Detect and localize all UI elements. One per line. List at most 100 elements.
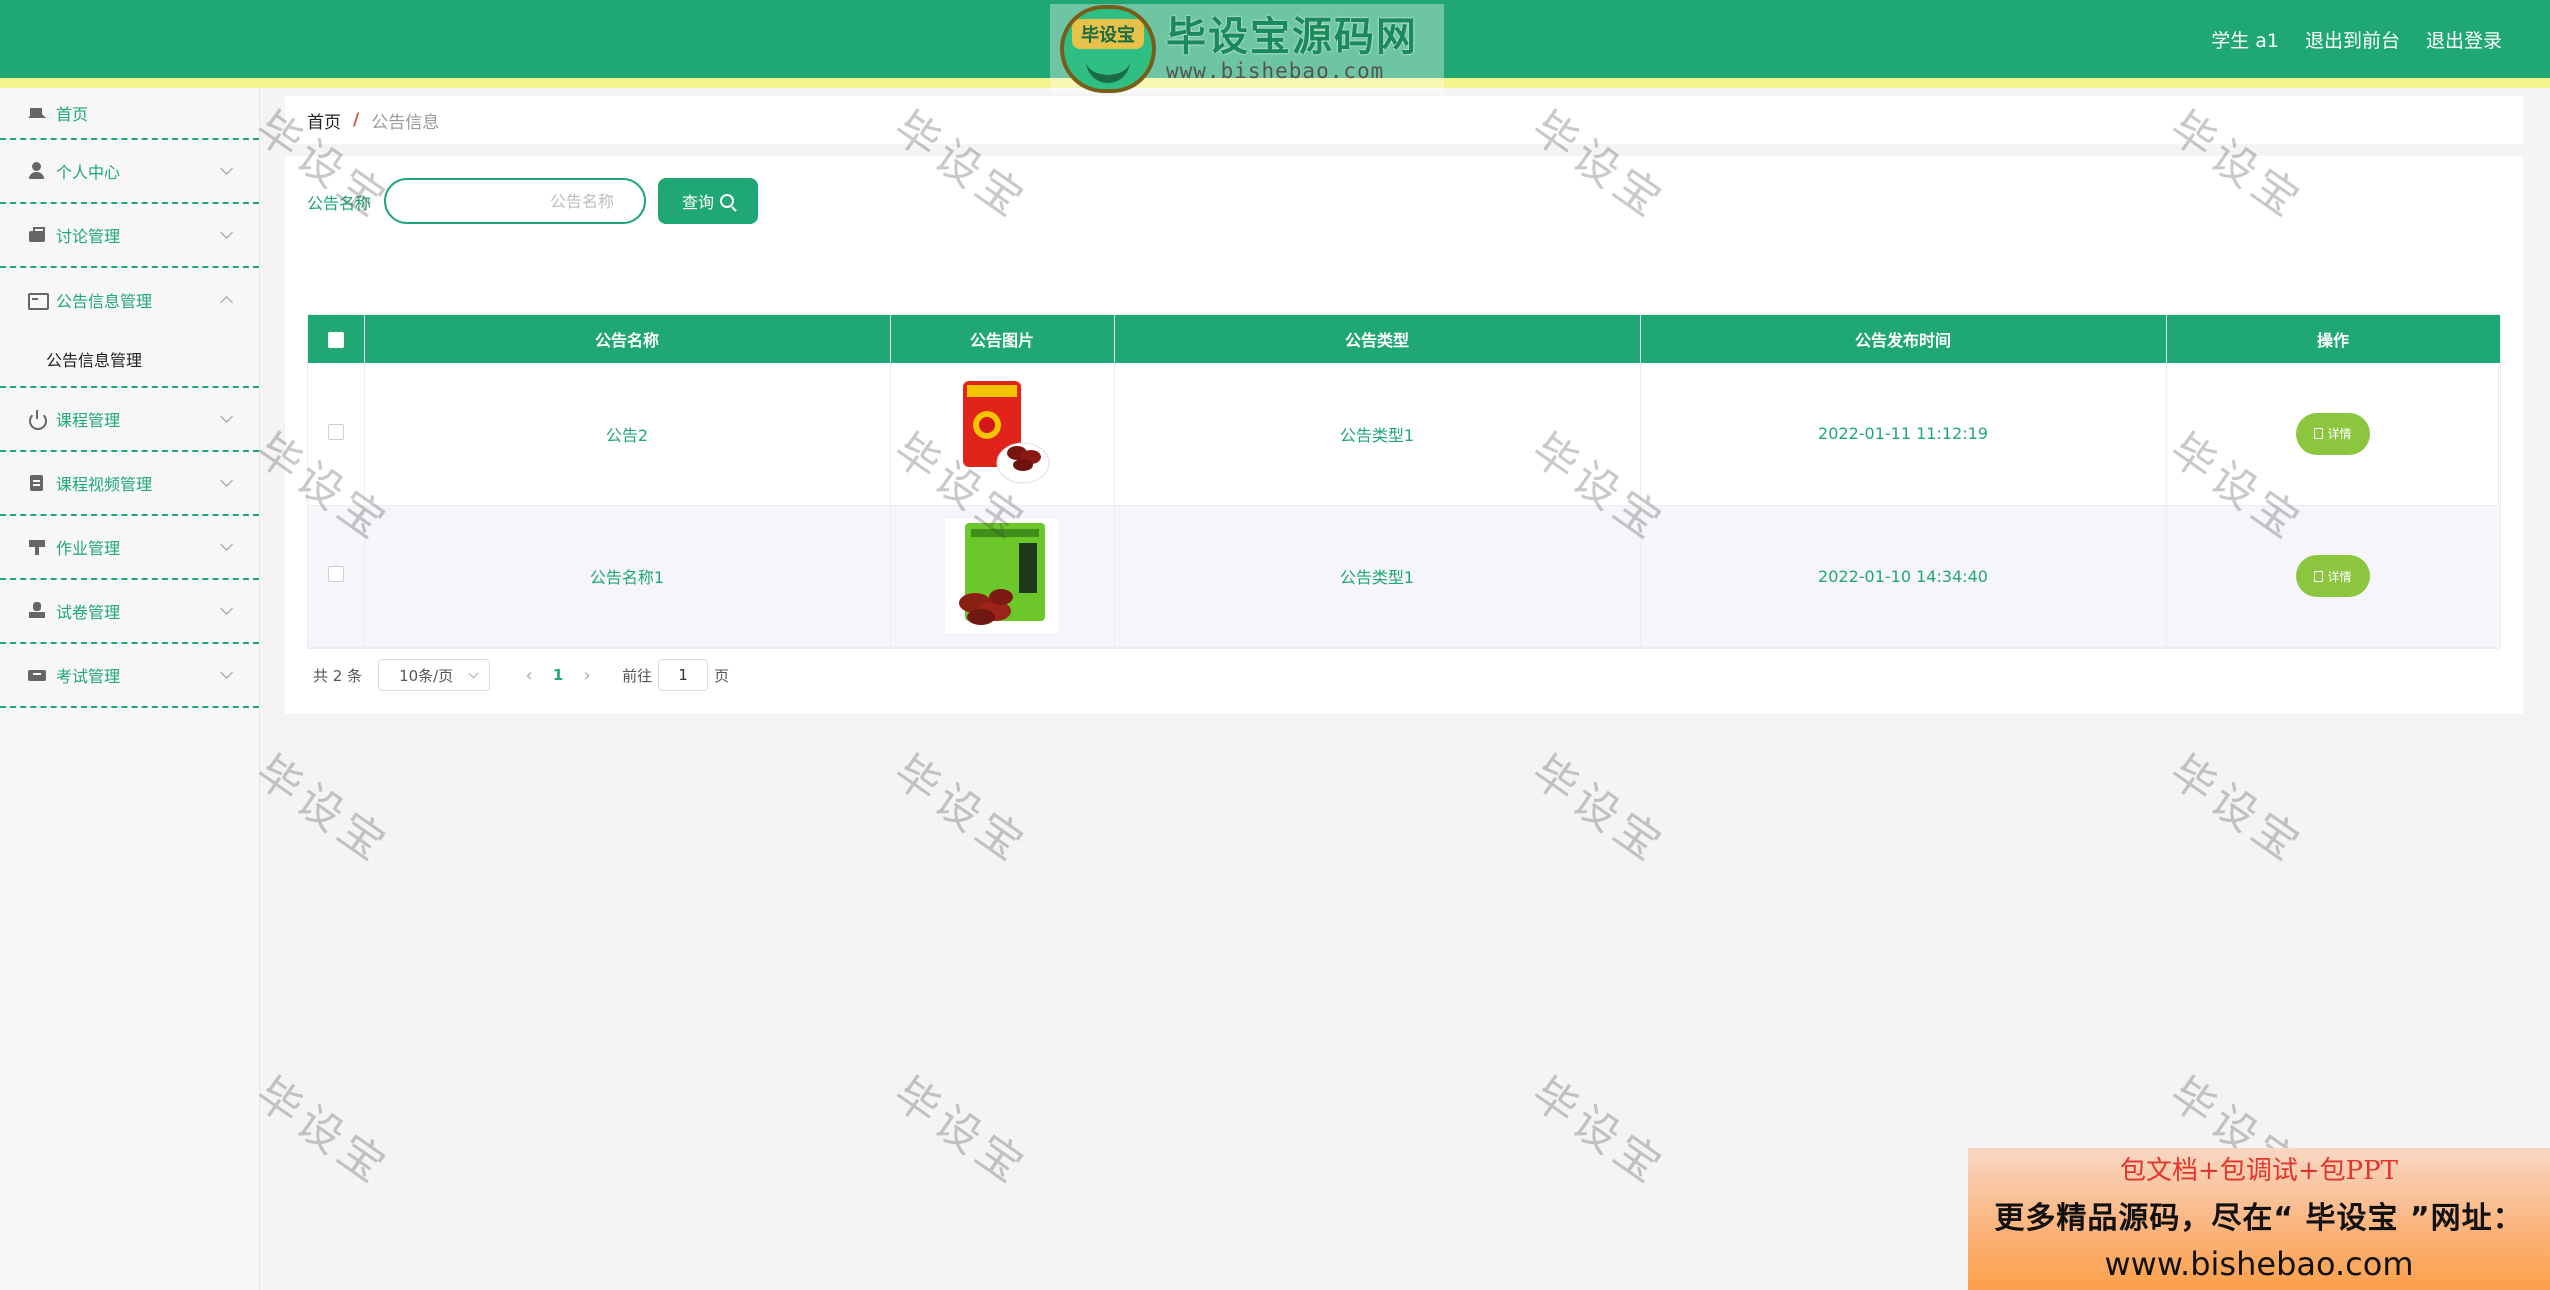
brand-title: 毕设宝源码网 xyxy=(1166,14,1418,60)
sidebar-item-label: 个人中心 xyxy=(56,163,121,182)
sidebar-item-course[interactable]: 课程管理 xyxy=(0,388,259,452)
watermark-text: 毕设宝 xyxy=(1522,745,1675,874)
sidebar-item-label: 试卷管理 xyxy=(56,603,121,622)
back-to-frontend-link[interactable]: 退出到前台 xyxy=(2305,26,2400,53)
sidebar-item-home[interactable]: 首页 xyxy=(0,88,259,140)
breadcrumb-current: 公告信息 xyxy=(371,112,440,133)
table-header-row: 公告名称 公告图片 公告类型 公告发布时间 操作 xyxy=(308,315,2501,363)
power-icon xyxy=(28,410,47,430)
sidebar-item-announcement[interactable]: 公告信息管理 xyxy=(0,268,259,332)
breadcrumb-home[interactable]: 首页 xyxy=(307,108,341,133)
column-header: 公告图片 xyxy=(890,315,1115,363)
search-icon xyxy=(720,194,734,208)
table-row: 公告名称1 公告类型1 2022-01-10 14:34:40 详情 xyxy=(308,505,2501,648)
red-jujube-package-image xyxy=(963,380,1050,484)
watermark-text: 毕设宝 xyxy=(2160,745,2313,874)
search-button[interactable]: 查询 xyxy=(658,178,758,224)
card-icon xyxy=(28,291,49,310)
search-label: 公告名称 xyxy=(307,194,372,213)
announcement-name-cell: 公告2 xyxy=(364,363,891,506)
announcement-image xyxy=(945,377,1059,491)
announcement-time-cell: 2022-01-10 14:34:40 xyxy=(1640,505,2167,648)
detail-button[interactable]: 详情 xyxy=(2296,412,2370,455)
current-user-link[interactable]: 学生 a1 xyxy=(2211,26,2279,53)
promo-line-1: 包文档+包调试+包PPT xyxy=(2120,1156,2398,1186)
announcement-image xyxy=(945,519,1059,633)
sidebar-item-label: 考试管理 xyxy=(56,667,121,686)
sidebar-item-exam[interactable]: 考试管理 xyxy=(0,644,259,708)
briefcase-icon xyxy=(28,226,46,244)
page-number-current[interactable]: 1 xyxy=(544,666,572,684)
row-checkbox[interactable] xyxy=(327,423,344,440)
sidebar-item-label: 首页 xyxy=(56,105,89,124)
watermark-text: 毕设宝 xyxy=(884,745,1037,874)
sidebar-item-label: 公告信息管理 xyxy=(56,292,153,311)
goto-page-input[interactable] xyxy=(658,659,709,691)
sidebar-item-label: 课程视频管理 xyxy=(56,475,153,494)
sidebar-item-label: 讨论管理 xyxy=(56,227,121,246)
announcement-type-cell: 公告类型1 xyxy=(1114,363,1641,506)
stamp-icon xyxy=(28,602,46,620)
user-icon xyxy=(28,162,46,180)
promo-url: www.bishebao.com xyxy=(2104,1245,2414,1283)
promo-banner[interactable]: 包文档+包调试+包PPT 更多精品源码，尽在“ 毕设宝 ”网址： www.bis… xyxy=(1968,1148,2550,1290)
chevron-down-icon xyxy=(220,538,233,551)
hammer-icon xyxy=(28,538,46,556)
sidebar-subitem-announcement[interactable]: 公告信息管理 xyxy=(0,332,259,388)
next-page-button[interactable]: › xyxy=(572,665,602,686)
sidebar-item-discussion[interactable]: 讨论管理 xyxy=(0,204,259,268)
chevron-down-icon xyxy=(220,162,233,175)
brand-logo: 毕设宝 毕设宝源码网 www.bishebao.com xyxy=(1050,4,1444,94)
column-header: 公告名称 xyxy=(364,315,891,363)
sidebar-item-homework[interactable]: 作业管理 xyxy=(0,516,259,580)
sidebar-item-exam-paper[interactable]: 试卷管理 xyxy=(0,580,259,644)
home-icon xyxy=(28,100,46,118)
brand-badge-icon: 毕设宝 xyxy=(1060,5,1156,93)
pagination-total: 共 2 条 xyxy=(313,666,363,685)
chevron-down-icon xyxy=(220,410,233,423)
prev-page-button[interactable]: ‹ xyxy=(514,665,544,686)
promo-line-2: 更多精品源码，尽在“ 毕设宝 ”网址： xyxy=(1994,1201,2524,1236)
page-size-select[interactable]: 10条/页 xyxy=(378,659,491,691)
announcement-table: 公告名称 公告图片 公告类型 公告发布时间 操作 公告2 公告类型1 2022-… xyxy=(307,314,2501,649)
search-button-label: 查询 xyxy=(681,193,714,212)
column-header: 公告发布时间 xyxy=(1640,315,2167,363)
document-icon xyxy=(2314,570,2324,582)
chevron-up-icon xyxy=(220,296,233,309)
announcement-name-cell: 公告名称1 xyxy=(364,505,891,648)
breadcrumb: 首页 / 公告信息 xyxy=(285,96,2523,144)
detail-button[interactable]: 详情 xyxy=(2296,555,2370,597)
page-suffix: 页 xyxy=(714,666,730,685)
column-header: 操作 xyxy=(2166,315,2501,363)
pagination: 共 2 条 10条/页 ‹ 1 › 前往 页 xyxy=(313,659,729,691)
chevron-down-icon xyxy=(468,668,479,679)
announcement-name-input[interactable] xyxy=(384,178,646,224)
sidebar-item-personal-center[interactable]: 个人中心 xyxy=(0,140,259,204)
clipboard-icon xyxy=(28,474,46,492)
table-row: 公告2 公告类型1 2022-01-11 11:12:19 详情 xyxy=(308,363,2501,506)
select-all-cell[interactable] xyxy=(308,315,365,363)
goto-label: 前往 xyxy=(622,666,653,685)
row-checkbox[interactable] xyxy=(327,566,344,582)
green-jujube-package-image xyxy=(945,519,1059,633)
chevron-down-icon xyxy=(220,474,233,487)
announcement-time-cell: 2022-01-11 11:12:19 xyxy=(1640,363,2167,506)
watermark-text: 毕设宝 xyxy=(246,745,399,874)
chevron-down-icon xyxy=(220,226,233,239)
sidebar-item-label: 作业管理 xyxy=(56,539,121,558)
watermark-text: 毕设宝 xyxy=(246,1067,399,1196)
sidebar: 首页 个人中心 讨论管理 公告信息管理 公告信息管理 课程管理 课程视频管理 作… xyxy=(0,88,260,1290)
column-header: 公告类型 xyxy=(1114,315,1641,363)
sidebar-item-course-video[interactable]: 课程视频管理 xyxy=(0,452,259,516)
sidebar-item-label: 课程管理 xyxy=(56,411,121,430)
watermark-text: 毕设宝 xyxy=(884,1067,1037,1196)
breadcrumb-separator: / xyxy=(353,110,360,130)
logout-link[interactable]: 退出登录 xyxy=(2426,26,2502,53)
watermark-text: 毕设宝 xyxy=(1522,1067,1675,1196)
ticket-icon xyxy=(28,666,46,684)
top-links: 学生 a1 退出到前台 退出登录 xyxy=(2211,26,2502,53)
brand-url: www.bishebao.com xyxy=(1166,59,1385,83)
chevron-down-icon xyxy=(220,602,233,615)
brand-badge-text: 毕设宝 xyxy=(1072,19,1144,49)
select-all-checkbox[interactable] xyxy=(327,332,344,348)
